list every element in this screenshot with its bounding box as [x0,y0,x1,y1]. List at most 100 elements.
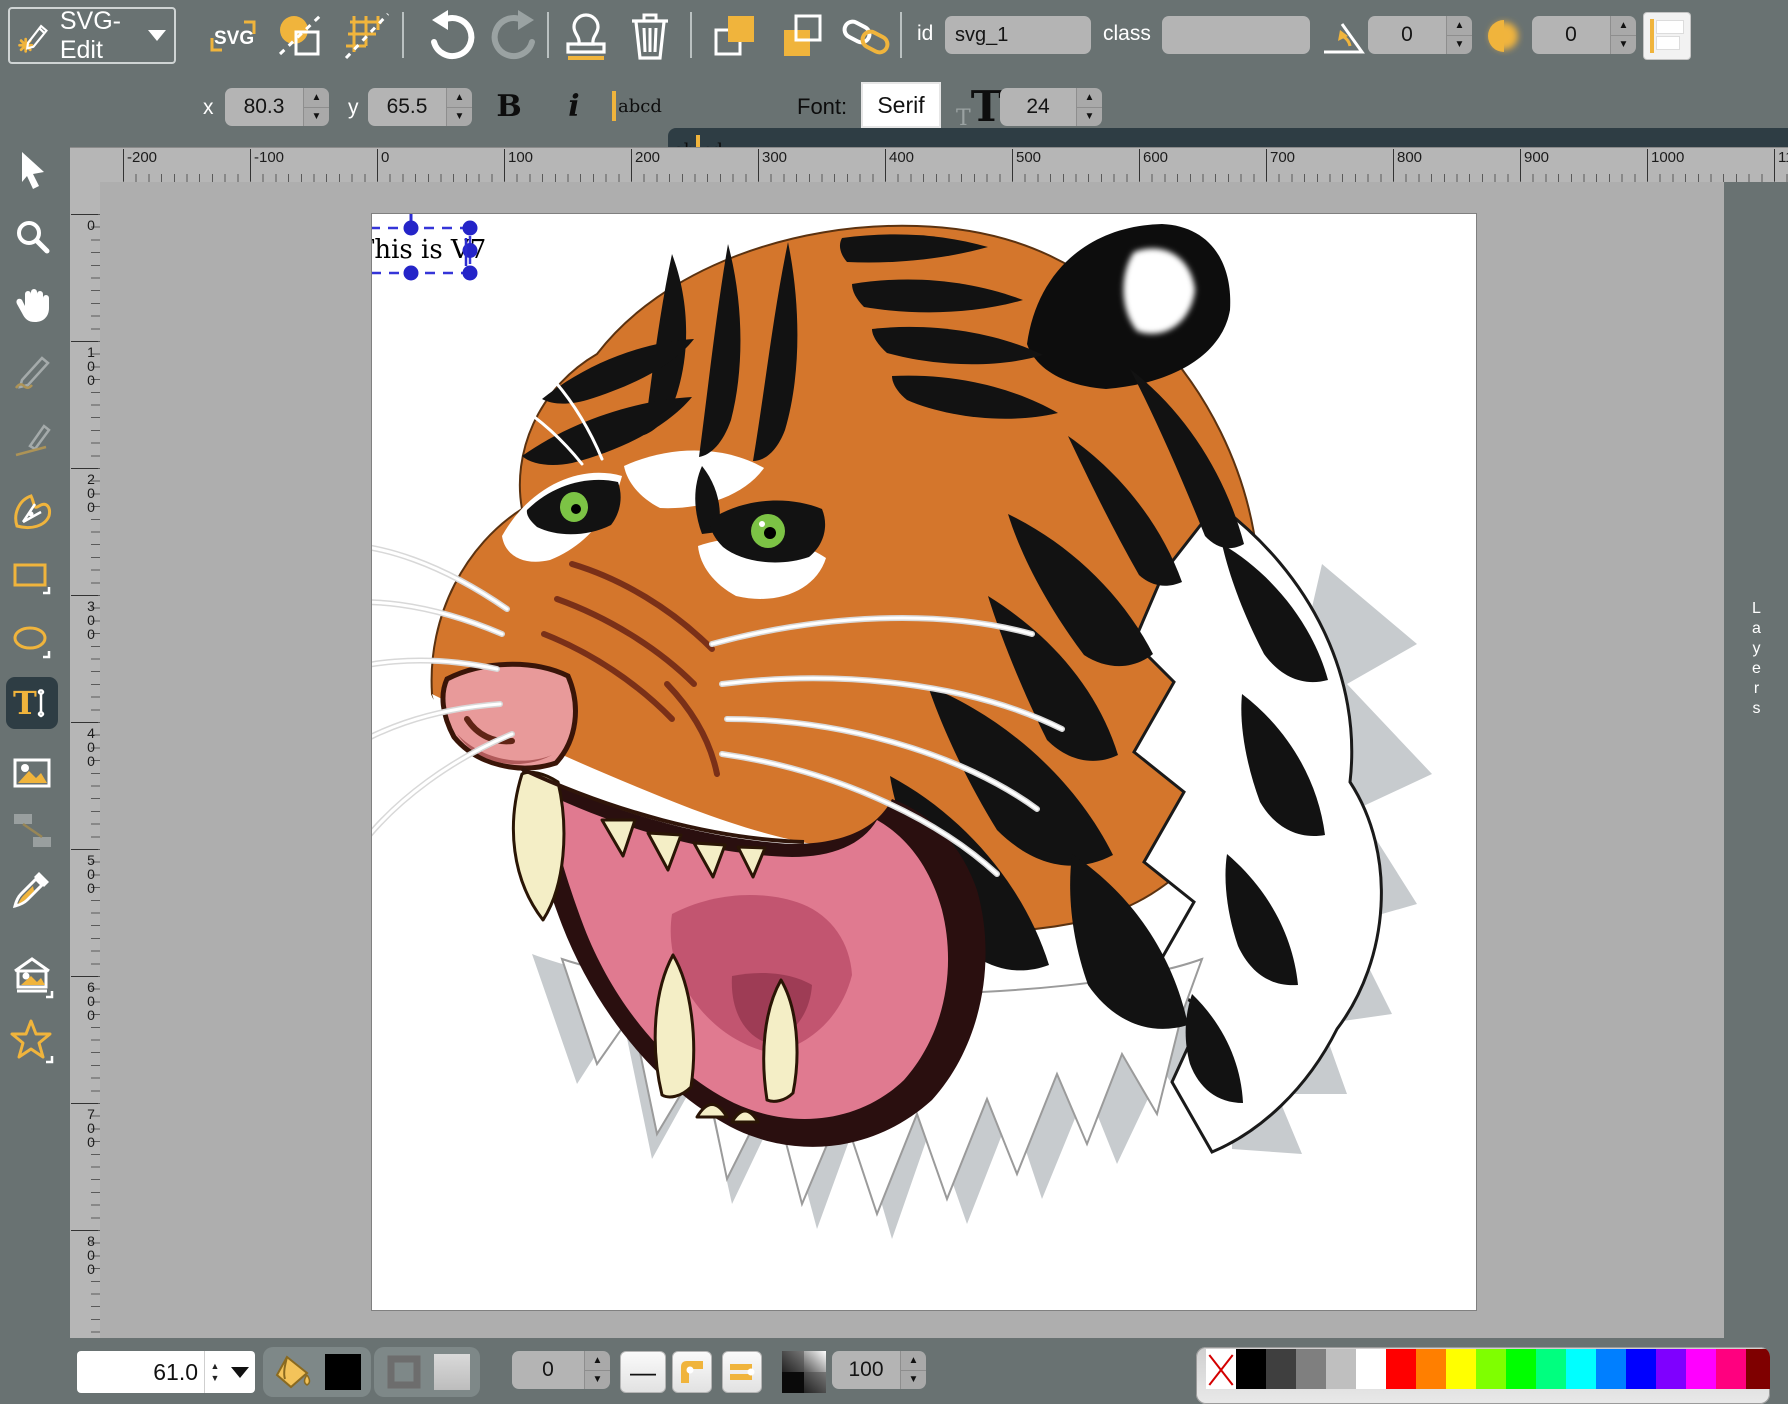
opacity-up-button[interactable]: ▲ [901,1351,926,1370]
image-tool-icon [11,753,53,795]
tool-text[interactable]: T [6,677,58,729]
tool-connector[interactable] [6,805,58,857]
h-ruler-label: 700 [1266,149,1295,181]
stroke-linejoin-button[interactable] [672,1351,712,1393]
source-editor-button[interactable]: SVG [206,12,260,60]
palette-swatch[interactable] [1416,1349,1446,1389]
editor-preferences-button[interactable] [342,8,394,64]
stroke-width-up-button[interactable]: ▲ [585,1351,610,1370]
stroke-linecap-button[interactable] [722,1351,762,1393]
h-ruler-label: 100 [504,149,533,181]
palette-swatch[interactable] [1686,1349,1716,1389]
tool-rect[interactable] [6,552,58,604]
palette-swatch[interactable] [1596,1349,1626,1389]
palette-swatch[interactable] [1446,1349,1476,1389]
element-class-input[interactable] [1162,16,1310,54]
blur-value[interactable]: 0 [1532,16,1610,54]
font-size-label-icon: TT [956,82,1002,131]
angle-down-button[interactable]: ▼ [1447,35,1472,55]
zoom-combo[interactable]: 61.0 ▲▼ [77,1351,255,1393]
x-up-button[interactable]: ▲ [304,88,329,107]
tool-line[interactable] [6,414,58,466]
blur-icon [1484,16,1524,56]
tool-ellipse[interactable] [6,616,58,668]
x-value[interactable]: 80.3 [225,88,303,126]
palette-swatch[interactable] [1476,1349,1506,1389]
palette-swatch[interactable] [1656,1349,1686,1389]
stroke-color-swatch[interactable] [434,1354,470,1390]
y-value[interactable]: 65.5 [368,88,446,126]
divider [690,12,692,58]
palette-swatch[interactable] [1326,1349,1356,1389]
tool-image[interactable] [6,748,58,800]
palette-swatch[interactable] [1356,1349,1386,1389]
palette-swatch[interactable] [1266,1349,1296,1389]
tool-eyedropper[interactable] [6,863,58,915]
zoom-value[interactable]: 61.0 [77,1359,204,1386]
palette-swatch[interactable] [1626,1349,1656,1389]
text-anchor-start-button[interactable]: abcd [608,84,1788,128]
blur-down-button[interactable]: ▼ [1611,35,1636,55]
bold-button[interactable]: B [487,84,531,128]
anchor-bar [1650,19,1654,53]
palette-swatch[interactable] [1746,1349,1770,1389]
tool-shape-library[interactable] [6,950,58,1002]
selection-handles[interactable] [372,221,478,281]
redo-button[interactable] [488,8,542,64]
tool-select[interactable] [6,144,58,196]
main-menu-button[interactable]: SVG-Edit [8,7,176,64]
document-properties-button[interactable] [272,8,328,64]
tool-pan[interactable] [6,278,58,330]
layers-panel-label[interactable]: Layers [1747,600,1765,720]
opacity-icon [782,1351,826,1393]
font-size-value[interactable]: 24 [1000,88,1076,126]
stroke-width-down-button[interactable]: ▼ [585,1370,610,1390]
tool-star[interactable] [6,1015,58,1067]
palette-swatch[interactable] [1506,1349,1536,1389]
stroke-width-value[interactable]: 0 [512,1351,584,1389]
anchor-line [1657,37,1679,49]
tool-path[interactable] [6,485,58,537]
move-to-bottom-button[interactable] [776,8,828,64]
svg-text:SVG: SVG [214,28,254,49]
zoom-dropdown-caret[interactable] [225,1367,255,1378]
svg-canvas[interactable]: This is V7 [372,214,1476,1310]
angle-value[interactable]: 0 [1368,16,1446,54]
font-family-button[interactable]: Serif [863,84,939,126]
fill-color-swatch[interactable] [325,1354,361,1390]
opacity-value[interactable]: 100 [832,1351,900,1389]
undo-button[interactable] [424,8,478,64]
delete-button[interactable] [626,8,674,64]
move-to-top-button[interactable] [708,8,760,64]
make-link-button[interactable] [838,8,894,64]
tool-pencil[interactable] [6,346,58,398]
clone-button[interactable] [560,8,612,64]
angle-up-button[interactable]: ▲ [1447,16,1472,35]
opacity-down-button[interactable]: ▼ [901,1370,926,1390]
italic-button[interactable]: i [552,84,596,128]
zoom-spinner[interactable]: ▲▼ [204,1351,225,1393]
workspace[interactable]: This is V7 [100,182,1724,1338]
y-down-button[interactable]: ▼ [447,107,472,127]
bottom-toolbar: 61.0 ▲▼ 0 ▲▼ — [0,1338,1788,1404]
palette-swatch[interactable] [1536,1349,1566,1389]
x-spinner: 80.3 ▲▼ [225,88,329,126]
palette-swatch[interactable] [1296,1349,1326,1389]
y-spinner: 65.5 ▲▼ [368,88,472,126]
palette-swatch[interactable] [1386,1349,1416,1389]
layers-panel-collapsed[interactable]: Layers [1724,182,1788,1338]
palette-swatch[interactable] [1566,1349,1596,1389]
blur-up-button[interactable]: ▲ [1611,16,1636,35]
element-id-input[interactable] [945,16,1091,54]
palette-swatch-none[interactable] [1206,1349,1236,1389]
x-down-button[interactable]: ▼ [304,107,329,127]
font-size-down-button[interactable]: ▼ [1077,107,1102,127]
tool-zoom[interactable] [6,211,58,263]
text-anchor-swatch-button[interactable] [1644,13,1690,59]
y-up-button[interactable]: ▲ [447,88,472,107]
font-size-spinner: 24 ▲▼ [1000,88,1102,126]
font-size-up-button[interactable]: ▲ [1077,88,1102,107]
stroke-dash-button[interactable]: — [620,1351,666,1393]
palette-swatch[interactable] [1236,1349,1266,1389]
palette-swatch[interactable] [1716,1349,1746,1389]
